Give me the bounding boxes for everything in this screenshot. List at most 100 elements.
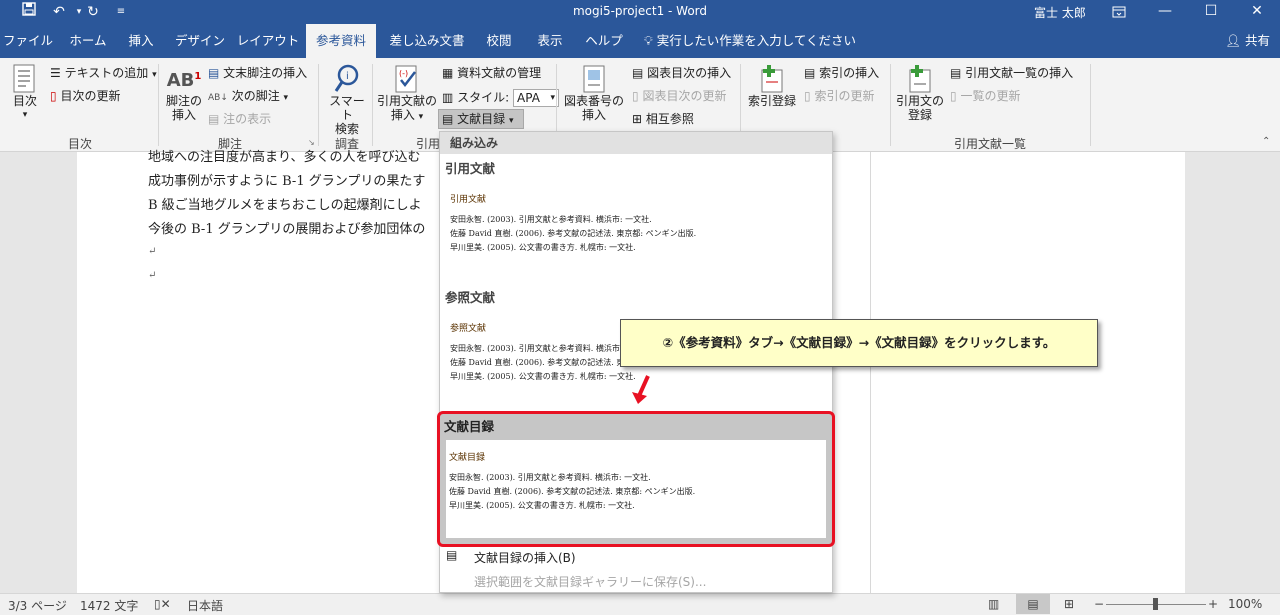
mark-citation-button[interactable]: 引用文の 登録 [894, 64, 946, 122]
show-notes-icon: ▤ [208, 112, 220, 126]
add-text-icon: ☰ [50, 66, 61, 80]
show-notes-button: ▤ 注の表示 [208, 112, 272, 126]
read-mode-icon[interactable]: ▥ [988, 597, 999, 611]
close-icon[interactable]: ✕ [1234, 0, 1280, 24]
group-separator [318, 64, 319, 146]
bibliography-preview: 文献目録 安田永智. (2003). 引用文献と参考資料. 横浜市: 一文社. … [446, 440, 826, 538]
gallery-item-title[interactable]: 参照文献 [445, 287, 495, 306]
caption-icon [583, 65, 605, 93]
zoom-level[interactable]: 100% [1228, 597, 1262, 611]
tab-view[interactable]: 表示 [528, 24, 572, 58]
style-dropdown[interactable]: APA ▾ [513, 89, 560, 107]
paragraph-mark: ↵ [148, 246, 157, 257]
bibliography-icon: ▤ [442, 112, 454, 126]
tab-references[interactable]: 参考資料 [306, 24, 376, 58]
preview-entry: 安田永智. (2003). 引用文献と参考資料. 横浜市: 一文社. [449, 473, 651, 482]
mark-citation-icon [909, 65, 931, 93]
tab-file[interactable]: ファイル [0, 24, 56, 58]
index-icon: ▤ [804, 66, 816, 80]
insert-index-button[interactable]: ▤ 索引の挿入 [804, 66, 879, 80]
web-layout-icon[interactable]: ⊞ [1064, 597, 1074, 611]
endnote-icon: ▤ [208, 66, 220, 80]
gallery-header: 組み込み [440, 132, 832, 154]
insert-citation-button[interactable]: (-) 引用文献の 挿入 ▾ [376, 64, 438, 124]
insert-endnote-button[interactable]: ▤ 文末脚注の挿入 [208, 66, 307, 80]
document-line[interactable]: B 級ご当地グルメをまちおこしの起爆剤にしよ [148, 194, 422, 213]
language[interactable]: 日本語 [187, 597, 223, 614]
insert-footnote-button[interactable]: AB1 脚注の 挿入 [164, 64, 204, 122]
toc-icon [13, 64, 35, 93]
save-selection-command: 選択範囲を文献目録ギャラリーに保存(S)... [474, 575, 707, 589]
toc-button[interactable]: 目次 ▾ [8, 64, 42, 122]
smart-lookup-button[interactable]: i スマート 検索 [324, 64, 370, 136]
tab-layout[interactable]: レイアウト [236, 24, 300, 58]
collapse-ribbon-icon[interactable]: ⌃ [1262, 136, 1270, 147]
tab-design[interactable]: デザイン [168, 24, 232, 58]
share-button[interactable]: 👤︎ 共有 [1225, 24, 1270, 58]
maximize-icon[interactable]: ☐ [1188, 0, 1234, 24]
next-footnote-button[interactable]: AB↓ 次の脚注 ▾ [208, 89, 288, 105]
toa-icon: ▤ [950, 66, 962, 80]
tab-insert[interactable]: 挿入 [118, 24, 164, 58]
magnifier-icon: i [334, 64, 359, 92]
document-line[interactable]: 成功事例が示すように B-1 グランプリの果たす [148, 170, 425, 189]
update-toa-icon: ▯ [950, 89, 957, 103]
print-layout-icon[interactable]: ▤ [1016, 594, 1050, 614]
update-index-button: ▯ 索引の更新 [804, 89, 875, 103]
person-icon: 👤︎ [1225, 33, 1241, 48]
style-icon: ▥ [442, 90, 454, 105]
title-bar: ↶ ▾ ↻ ≡ mogi5-project1 - Word 富士 太郎 — ☐ … [0, 0, 1280, 24]
zoom-in-icon[interactable]: + [1208, 597, 1218, 611]
update-tof-icon: ▯ [632, 89, 639, 103]
tof-icon: ▤ [632, 66, 644, 80]
update-tof-button: ▯ 図表目次の更新 [632, 89, 727, 103]
lightbulb-icon: 💡︎ [644, 33, 653, 48]
document-line[interactable]: 今後の B-1 グランプリの展開および参加団体の [148, 218, 425, 237]
page-count[interactable]: 3/3 ページ [8, 597, 67, 614]
paragraph-mark-cursor: ↵ [148, 270, 157, 281]
tell-me-text: 実行したい作業を入力してください [656, 33, 857, 48]
next-footnote-icon: AB↓ [208, 93, 228, 103]
ribbon-display-options-icon[interactable] [1096, 0, 1142, 24]
manage-sources-button[interactable]: ▦ 資料文献の管理 [442, 66, 541, 80]
zoom-out-icon[interactable]: − [1094, 597, 1104, 611]
document-line[interactable]: 地域への注目度が高まり、多くの人を呼び込む [148, 146, 420, 165]
insert-toa-button[interactable]: ▤ 引用文献一覧の挿入 [950, 66, 1073, 80]
share-label: 共有 [1244, 33, 1270, 48]
group-separator [158, 64, 159, 146]
add-text-button[interactable]: ☰ テキストの追加 ▾ [50, 66, 157, 82]
preview-entry: 安田永智. (2003). 引用文献と参考資料. 横浜市: 一文社. [450, 215, 652, 224]
insert-bibliography-icon: ▤ [446, 548, 458, 562]
style-selector[interactable]: ▥ スタイル: APA ▾ [442, 89, 560, 107]
zoom-slider-thumb[interactable] [1153, 598, 1158, 610]
update-toc-button[interactable]: ▯ 目次の更新 [50, 89, 120, 103]
proofing-icon[interactable]: ▯✕ [154, 597, 171, 611]
insert-bibliography-command[interactable]: 文献目録の挿入(B) [474, 549, 576, 566]
group-label-toc: 目次 [67, 137, 92, 151]
minimize-icon[interactable]: — [1142, 0, 1188, 24]
manage-sources-icon: ▦ [442, 66, 454, 80]
preview-title: 引用文献 [450, 195, 487, 205]
bibliography-button[interactable]: ▤ 文献目録 ▾ [438, 109, 524, 129]
user-name[interactable]: 富士 太郎 [1034, 4, 1086, 21]
preview-title: 参照文献 [450, 324, 487, 334]
update-index-icon: ▯ [804, 89, 811, 103]
group-separator [890, 64, 891, 146]
tab-home[interactable]: ホーム [60, 24, 116, 58]
red-arrow-icon [632, 375, 650, 404]
window-title: mogi5-project1 - Word [572, 4, 708, 18]
footnote-icon: AB1 [166, 70, 202, 91]
tell-me-box[interactable]: 💡︎ 実行したい作業を入力してください [644, 24, 856, 58]
gallery-item-title[interactable]: 引用文献 [445, 158, 495, 177]
preview-entry: 早川里美. (2005). 公文書の書き方. 札幌市: 一文社. [450, 372, 636, 381]
tab-mailings[interactable]: 差し込み文書 [384, 24, 470, 58]
insert-caption-button[interactable]: 図表番号の 挿入 [562, 64, 626, 122]
tab-help[interactable]: ヘルプ [580, 24, 628, 58]
crossref-button[interactable]: ⊞ 相互参照 [632, 112, 694, 126]
word-count[interactable]: 1472 文字 [80, 597, 138, 614]
gallery-item-bibliography[interactable]: 文献目録 文献目録 安田永智. (2003). 引用文献と参考資料. 横浜市: … [437, 411, 835, 547]
tab-review[interactable]: 校閲 [478, 24, 520, 58]
preview-entry: 佐藤 David 直樹. (2006). 参考文献の記述法. 東京都: ペンギン… [449, 487, 696, 496]
insert-tof-button[interactable]: ▤ 図表目次の挿入 [632, 66, 731, 80]
mark-entry-button[interactable]: 索引登録 [746, 64, 798, 108]
